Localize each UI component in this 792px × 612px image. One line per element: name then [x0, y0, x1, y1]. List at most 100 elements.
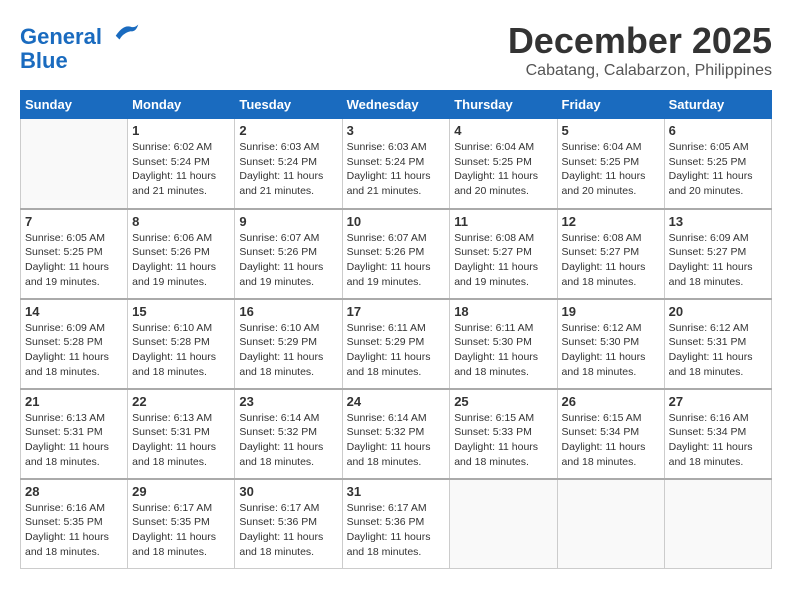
logo: General Blue	[20, 20, 142, 73]
day-number: 15	[132, 304, 230, 319]
day-info: Sunrise: 6:13 AMSunset: 5:31 PMDaylight:…	[25, 411, 123, 470]
day-number: 30	[239, 484, 337, 499]
day-info: Sunrise: 6:06 AMSunset: 5:26 PMDaylight:…	[132, 231, 230, 290]
day-info: Sunrise: 6:03 AMSunset: 5:24 PMDaylight:…	[239, 140, 337, 199]
calendar-cell: 5 Sunrise: 6:04 AMSunset: 5:25 PMDaylight…	[557, 119, 664, 209]
page-header: General Blue December 2025 Cabatang, Cal…	[20, 20, 772, 80]
calendar-cell	[21, 119, 128, 209]
day-number: 4	[454, 123, 552, 138]
calendar-cell: 19 Sunrise: 6:12 AMSunset: 5:30 PMDayligh…	[557, 299, 664, 389]
day-info: Sunrise: 6:04 AMSunset: 5:25 PMDaylight:…	[454, 140, 552, 199]
calendar-cell: 29 Sunrise: 6:17 AMSunset: 5:35 PMDayligh…	[128, 479, 235, 569]
calendar-cell: 25Sunrise: 6:15 AMSunset: 5:33 PMDayligh…	[450, 389, 557, 479]
calendar-cell: 7Sunrise: 6:05 AMSunset: 5:25 PMDaylight…	[21, 209, 128, 299]
calendar-cell: 10 Sunrise: 6:07 AMSunset: 5:26 PMDayligh…	[342, 209, 450, 299]
day-number: 11	[454, 214, 552, 229]
calendar-cell: 1 Sunrise: 6:02 AMSunset: 5:24 PMDaylight…	[128, 119, 235, 209]
day-number: 1	[132, 123, 230, 138]
calendar-cell: 30 Sunrise: 6:17 AMSunset: 5:36 PMDayligh…	[235, 479, 342, 569]
day-number: 29	[132, 484, 230, 499]
weekday-header-tuesday: Tuesday	[235, 91, 342, 119]
day-info: Sunrise: 6:12 AMSunset: 5:31 PMDaylight:…	[669, 321, 767, 380]
calendar-cell: 3 Sunrise: 6:03 AMSunset: 5:24 PMDaylight…	[342, 119, 450, 209]
day-info: Sunrise: 6:09 AMSunset: 5:28 PMDaylight:…	[25, 321, 123, 380]
day-number: 3	[347, 123, 446, 138]
month-title: December 2025	[508, 20, 772, 62]
day-info: Sunrise: 6:15 AMSunset: 5:34 PMDaylight:…	[562, 411, 660, 470]
title-block: December 2025 Cabatang, Calabarzon, Phil…	[508, 20, 772, 80]
day-info: Sunrise: 6:13 AMSunset: 5:31 PMDaylight:…	[132, 411, 230, 470]
day-number: 23	[239, 394, 337, 409]
day-number: 27	[669, 394, 767, 409]
location: Cabatang, Calabarzon, Philippines	[508, 62, 772, 80]
day-info: Sunrise: 6:16 AMSunset: 5:35 PMDaylight:…	[25, 501, 123, 560]
weekday-header-wednesday: Wednesday	[342, 91, 450, 119]
day-number: 14	[25, 304, 123, 319]
calendar-cell: 11 Sunrise: 6:08 AMSunset: 5:27 PMDayligh…	[450, 209, 557, 299]
day-info: Sunrise: 6:14 AMSunset: 5:32 PMDaylight:…	[239, 411, 337, 470]
day-number: 5	[562, 123, 660, 138]
day-info: Sunrise: 6:12 AMSunset: 5:30 PMDaylight:…	[562, 321, 660, 380]
day-info: Sunrise: 6:02 AMSunset: 5:24 PMDaylight:…	[132, 140, 230, 199]
calendar-cell: 24 Sunrise: 6:14 AMSunset: 5:32 PMDayligh…	[342, 389, 450, 479]
day-number: 2	[239, 123, 337, 138]
day-number: 19	[562, 304, 660, 319]
logo-bird-icon	[112, 20, 142, 44]
calendar-cell: 28 Sunrise: 6:16 AMSunset: 5:35 PMDayligh…	[21, 479, 128, 569]
day-info: Sunrise: 6:10 AMSunset: 5:29 PMDaylight:…	[239, 321, 337, 380]
calendar-cell: 22Sunrise: 6:13 AMSunset: 5:31 PMDayligh…	[128, 389, 235, 479]
calendar-cell: 13 Sunrise: 6:09 AMSunset: 5:27 PMDayligh…	[664, 209, 771, 299]
calendar-table: SundayMondayTuesdayWednesdayThursdayFrid…	[20, 90, 772, 569]
calendar-cell: 8 Sunrise: 6:06 AMSunset: 5:26 PMDaylight…	[128, 209, 235, 299]
day-number: 24	[347, 394, 446, 409]
day-number: 8	[132, 214, 230, 229]
day-number: 6	[669, 123, 767, 138]
calendar-cell: 14 Sunrise: 6:09 AMSunset: 5:28 PMDayligh…	[21, 299, 128, 389]
day-info: Sunrise: 6:14 AMSunset: 5:32 PMDaylight:…	[347, 411, 446, 470]
calendar-cell: 31 Sunrise: 6:17 AMSunset: 5:36 PMDayligh…	[342, 479, 450, 569]
calendar-cell: 9 Sunrise: 6:07 AMSunset: 5:26 PMDaylight…	[235, 209, 342, 299]
calendar-cell: 4 Sunrise: 6:04 AMSunset: 5:25 PMDaylight…	[450, 119, 557, 209]
day-info: Sunrise: 6:07 AMSunset: 5:26 PMDaylight:…	[239, 231, 337, 290]
logo-text: General Blue	[20, 20, 142, 73]
day-info: Sunrise: 6:07 AMSunset: 5:26 PMDaylight:…	[347, 231, 446, 290]
day-number: 21	[25, 394, 123, 409]
day-number: 28	[25, 484, 123, 499]
weekday-header-friday: Friday	[557, 91, 664, 119]
day-info: Sunrise: 6:09 AMSunset: 5:27 PMDaylight:…	[669, 231, 767, 290]
day-number: 17	[347, 304, 446, 319]
day-info: Sunrise: 6:08 AMSunset: 5:27 PMDaylight:…	[454, 231, 552, 290]
day-info: Sunrise: 6:03 AMSunset: 5:24 PMDaylight:…	[347, 140, 446, 199]
calendar-cell: 12 Sunrise: 6:08 AMSunset: 5:27 PMDayligh…	[557, 209, 664, 299]
day-number: 7	[25, 214, 123, 229]
day-info: Sunrise: 6:04 AMSunset: 5:25 PMDaylight:…	[562, 140, 660, 199]
day-info: Sunrise: 6:08 AMSunset: 5:27 PMDaylight:…	[562, 231, 660, 290]
day-number: 12	[562, 214, 660, 229]
day-number: 10	[347, 214, 446, 229]
weekday-header-monday: Monday	[128, 91, 235, 119]
weekday-header-thursday: Thursday	[450, 91, 557, 119]
calendar-cell	[664, 479, 771, 569]
day-info: Sunrise: 6:17 AMSunset: 5:36 PMDaylight:…	[347, 501, 446, 560]
day-number: 9	[239, 214, 337, 229]
calendar-cell: 21 Sunrise: 6:13 AMSunset: 5:31 PMDayligh…	[21, 389, 128, 479]
calendar-cell	[450, 479, 557, 569]
day-info: Sunrise: 6:17 AMSunset: 5:35 PMDaylight:…	[132, 501, 230, 560]
day-number: 13	[669, 214, 767, 229]
calendar-cell: 17Sunrise: 6:11 AMSunset: 5:29 PMDayligh…	[342, 299, 450, 389]
day-number: 20	[669, 304, 767, 319]
calendar-cell	[557, 479, 664, 569]
calendar-cell: 15 Sunrise: 6:10 AMSunset: 5:28 PMDayligh…	[128, 299, 235, 389]
day-info: Sunrise: 6:17 AMSunset: 5:36 PMDaylight:…	[239, 501, 337, 560]
day-number: 31	[347, 484, 446, 499]
day-info: Sunrise: 6:10 AMSunset: 5:28 PMDaylight:…	[132, 321, 230, 380]
calendar-cell: 27Sunrise: 6:16 AMSunset: 5:34 PMDayligh…	[664, 389, 771, 479]
day-number: 26	[562, 394, 660, 409]
calendar-cell: 6Sunrise: 6:05 AMSunset: 5:25 PMDaylight…	[664, 119, 771, 209]
calendar-cell: 23 Sunrise: 6:14 AMSunset: 5:32 PMDayligh…	[235, 389, 342, 479]
calendar-cell: 26 Sunrise: 6:15 AMSunset: 5:34 PMDayligh…	[557, 389, 664, 479]
calendar-header: SundayMondayTuesdayWednesdayThursdayFrid…	[21, 91, 772, 119]
day-number: 25	[454, 394, 552, 409]
calendar-cell: 20 Sunrise: 6:12 AMSunset: 5:31 PMDayligh…	[664, 299, 771, 389]
day-number: 18	[454, 304, 552, 319]
